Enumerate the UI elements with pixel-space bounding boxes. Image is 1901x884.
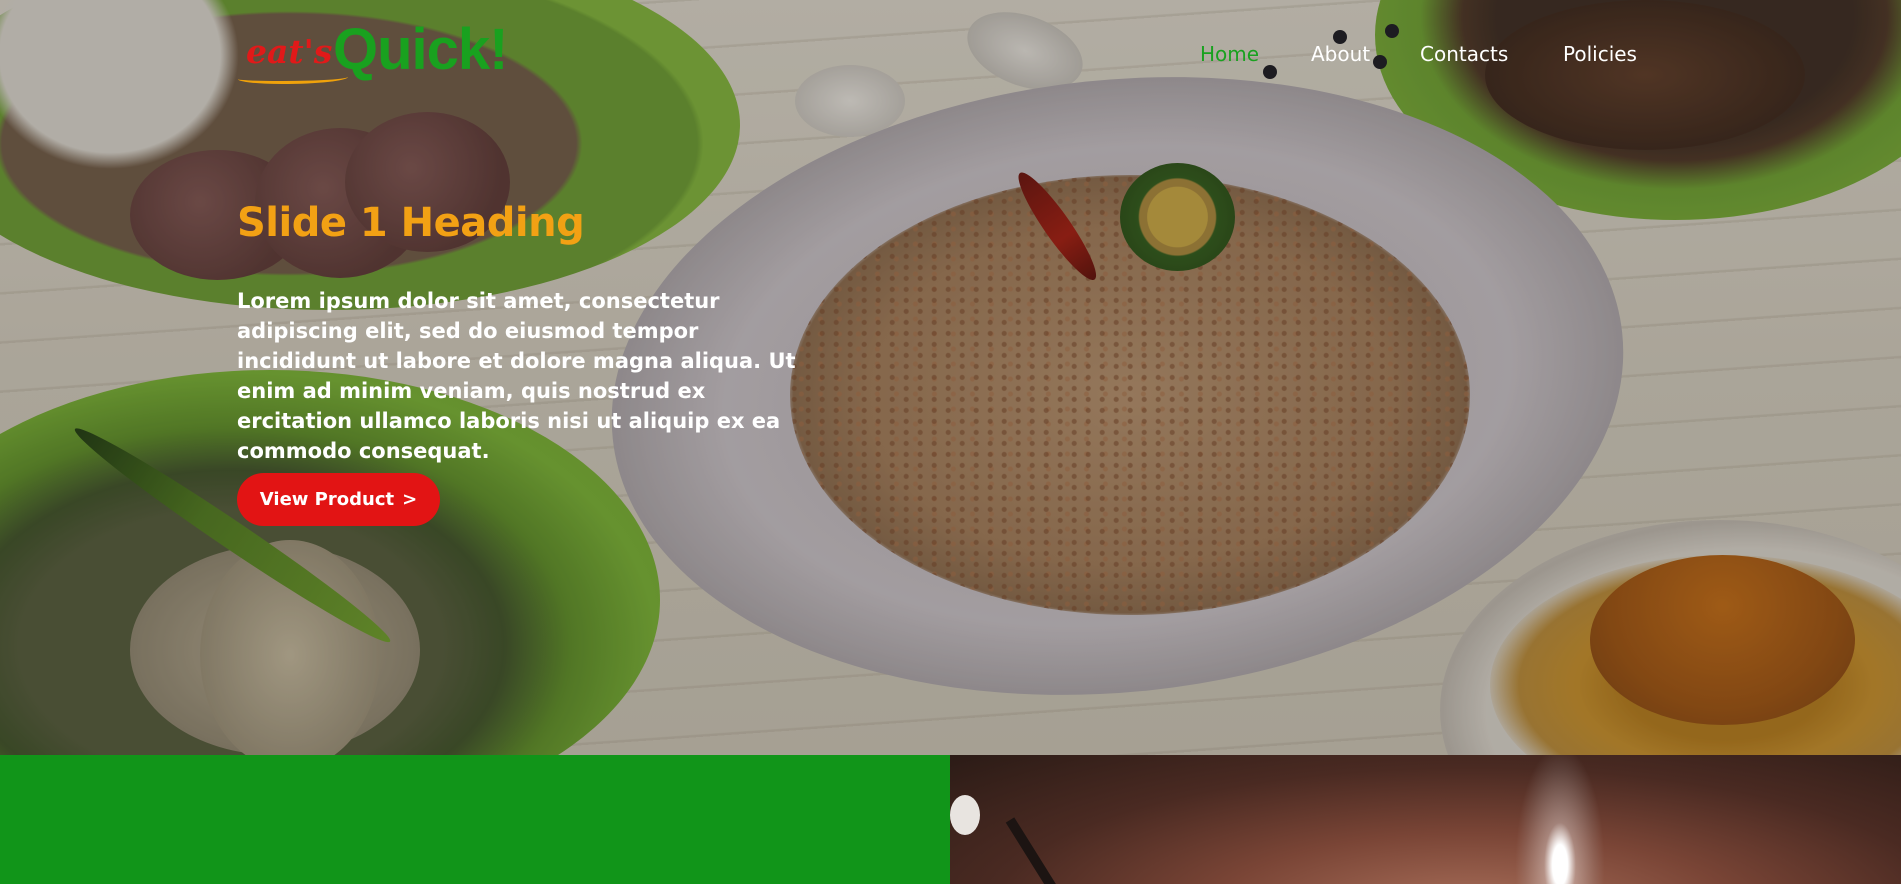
brand-logo[interactable]: eat's Quick! <box>238 17 528 90</box>
napkin-edge <box>950 795 980 835</box>
view-product-button[interactable]: View Product > <box>237 473 440 526</box>
slide-description: Lorem ipsum dolor sit amet, consectetur … <box>237 289 796 463</box>
nav-item-policies[interactable]: Policies <box>1563 40 1637 68</box>
restaurant-photo-panel <box>950 755 1901 884</box>
nav-item-contacts[interactable]: Contacts <box>1420 40 1508 68</box>
glass-highlight <box>1515 755 1605 884</box>
logo-swoosh <box>238 72 348 84</box>
view-product-label: View Product <box>259 489 395 510</box>
chopstick <box>1005 817 1073 884</box>
chevron-right-icon: > <box>402 489 418 510</box>
green-feature-panel <box>0 755 950 884</box>
logo-script-text: eat's <box>246 32 333 71</box>
nav-item-about[interactable]: About <box>1311 40 1370 68</box>
nav-item-home[interactable]: Home <box>1200 40 1259 68</box>
hero-slider: eat's Quick! Home About Contacts Policie… <box>0 0 1901 755</box>
logo-main-text: Quick! <box>333 17 508 82</box>
slide-heading: Slide 1 Heading <box>237 200 585 246</box>
